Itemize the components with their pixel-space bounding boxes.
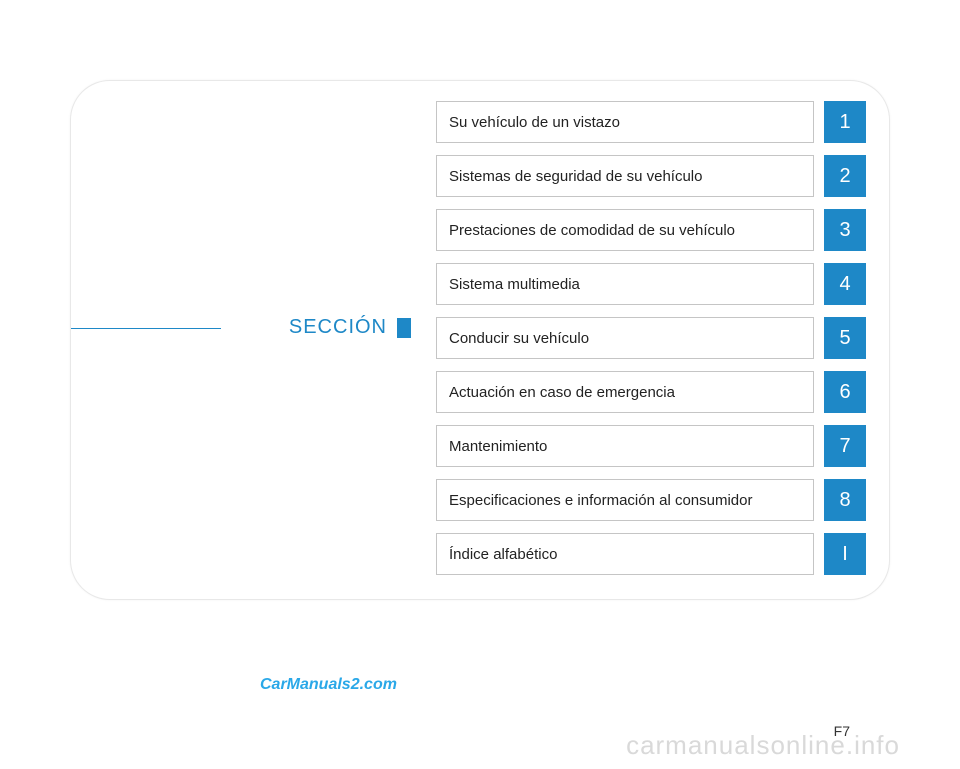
toc-row: Especificaciones e información al consum… (436, 479, 866, 521)
page-container: SECCIÓN Su vehículo de un vistazo 1 Sist… (70, 80, 890, 600)
section-line (71, 328, 221, 329)
watermark-carmanuals2: CarManuals2.com (260, 676, 397, 694)
toc-item-label: Especificaciones e información al consum… (436, 479, 814, 521)
toc-item-number: 8 (824, 479, 866, 521)
toc-item-number: 1 (824, 101, 866, 143)
toc-row: Conducir su vehículo 5 (436, 317, 866, 359)
toc-row: Su vehículo de un vistazo 1 (436, 101, 866, 143)
toc-row: Sistema multimedia 4 (436, 263, 866, 305)
toc-item-number: 4 (824, 263, 866, 305)
toc-row: Prestaciones de comodidad de su vehículo… (436, 209, 866, 251)
toc-item-label: Su vehículo de un vistazo (436, 101, 814, 143)
toc-row: Índice alfabético I (436, 533, 866, 575)
toc-item-number: 7 (824, 425, 866, 467)
toc-row: Mantenimiento 7 (436, 425, 866, 467)
section-header: SECCIÓN (71, 316, 411, 339)
watermark-carmanualsonline: carmanualsonline.info (626, 730, 900, 761)
toc-item-number: 5 (824, 317, 866, 359)
toc-item-label: Sistemas de seguridad de su vehículo (436, 155, 814, 197)
toc-item-label: Mantenimiento (436, 425, 814, 467)
toc-item-label: Índice alfabético (436, 533, 814, 575)
toc-item-number: 3 (824, 209, 866, 251)
toc-item-label: Prestaciones de comodidad de su vehículo (436, 209, 814, 251)
toc-item-number: 2 (824, 155, 866, 197)
section-mark-icon (397, 318, 411, 338)
section-label: SECCIÓN (289, 316, 387, 339)
toc-item-label: Actuación en caso de emergencia (436, 371, 814, 413)
toc-row: Sistemas de seguridad de su vehículo 2 (436, 155, 866, 197)
toc-item-label: Conducir su vehículo (436, 317, 814, 359)
toc-item-number: I (824, 533, 866, 575)
toc-item-label: Sistema multimedia (436, 263, 814, 305)
toc-item-number: 6 (824, 371, 866, 413)
toc-list: Su vehículo de un vistazo 1 Sistemas de … (436, 101, 866, 587)
toc-row: Actuación en caso de emergencia 6 (436, 371, 866, 413)
